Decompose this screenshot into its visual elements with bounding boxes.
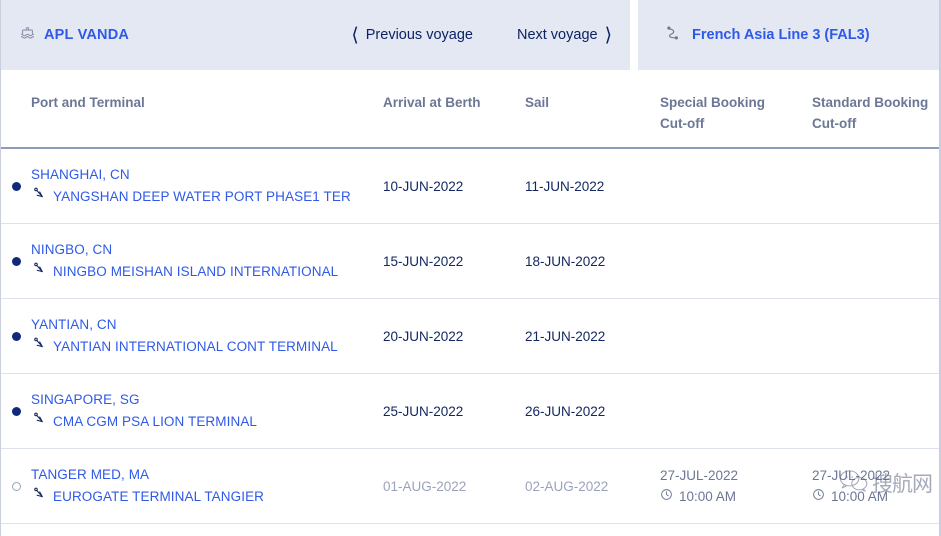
special-cutoff-cell: 27-JUL-2022 10:00 AM [660,465,812,507]
row-marker [1,256,31,266]
arrival-date: 25-JUN-2022 [383,403,464,419]
row-marker [1,406,31,416]
terminal-name-link[interactable]: NINGBO MEISHAN ISLAND INTERNATIONAL [53,261,338,283]
sail-date: 02-AUG-2022 [525,478,609,494]
sail-date: 18-JUN-2022 [525,253,606,269]
previous-voyage-label: Previous voyage [365,27,473,43]
port-name-link[interactable]: SINGAPORE, SG [31,389,383,411]
header-cell-standard-cutoff: Standard Booking Cut-off [812,92,940,147]
chevron-left-icon: ⟨ [351,24,359,46]
table-row[interactable]: SHANGHAI, CN YANGSHAN DEEP WATER PORT PH… [1,149,940,224]
anchor-icon [31,186,46,208]
standard-cutoff-time-text: 10:00 AM [831,489,889,504]
port-call-dot-icon [11,331,21,341]
terminal-name-link[interactable]: YANGSHAN DEEP WATER PORT PHASE1 TER [53,186,351,208]
schedule-table: Port and Terminal Arrival at Berth Sail … [1,70,940,524]
anchor-icon [31,411,46,433]
service-name: French Asia Line 3 (FAL3) [692,27,870,43]
panel-right-border [939,0,940,536]
table-row[interactable]: SINGAPORE, SG CMA CGM PSA LION TERMINAL … [1,374,940,449]
sail-date: 11-JUN-2022 [525,178,605,194]
table-row[interactable]: YANTIAN, CN YANTIAN INTERNATIONAL CONT T… [1,299,940,374]
vessel-identity[interactable]: APL VANDA [19,24,129,46]
row-marker [1,481,31,491]
arrival-date: 15-JUN-2022 [383,253,464,269]
port-name-link[interactable]: SHANGHAI, CN [31,164,383,186]
next-voyage-label: Next voyage [516,27,598,43]
standard-cutoff-cell: 27-JUL-2022 10:00 AM [812,465,940,507]
special-cutoff-time: 10:00 AM [660,486,812,507]
table-row[interactable]: NINGBO, CN NINGBO MEISHAN ISLAND INTERNA… [1,224,940,299]
vessel-tab[interactable]: APL VANDA ⟨ Previous voyage Next voyage … [1,0,630,70]
terminal-row: NINGBO MEISHAN ISLAND INTERNATIONAL [31,261,383,283]
port-terminal-cell: YANTIAN, CN YANTIAN INTERNATIONAL CONT T… [31,314,383,358]
port-name-link[interactable]: NINGBO, CN [31,239,383,261]
terminal-name-link[interactable]: YANTIAN INTERNATIONAL CONT TERMINAL [53,336,338,358]
next-voyage-button[interactable]: Next voyage ⟩ [517,26,612,45]
anchor-icon [31,486,46,508]
route-icon [664,24,682,47]
row-marker [1,331,31,341]
terminal-row: YANGSHAN DEEP WATER PORT PHASE1 TER [31,186,383,208]
header-cell-sail: Sail [525,95,550,110]
clock-icon [812,486,825,507]
anchor-icon [31,261,46,283]
port-terminal-cell: TANGER MED, MA EUROGATE TERMINAL TANGIER [31,464,383,508]
header-cell-special-cutoff: Special Booking Cut-off [660,92,812,147]
standard-cutoff-date: 27-JUL-2022 [812,468,891,483]
terminal-row: YANTIAN INTERNATIONAL CONT TERMINAL [31,336,383,358]
terminal-row: EUROGATE TERMINAL TANGIER [31,486,383,508]
special-cutoff-date: 27-JUL-2022 [660,468,739,483]
port-name-link[interactable]: TANGER MED, MA [31,464,383,486]
voyage-schedule-panel: APL VANDA ⟨ Previous voyage Next voyage … [0,0,941,536]
table-body: SHANGHAI, CN YANGSHAN DEEP WATER PORT PH… [1,149,940,524]
table-row[interactable]: TANGER MED, MA EUROGATE TERMINAL TANGIER… [1,449,940,524]
ship-icon [19,24,36,46]
arrival-date: 01-AUG-2022 [383,478,467,494]
table-header-row: Port and Terminal Arrival at Berth Sail … [1,70,940,149]
port-call-dot-icon [11,256,21,266]
tab-divider [630,0,638,70]
terminal-name-link[interactable]: EUROGATE TERMINAL TANGIER [53,486,264,508]
header-standard-line1: Standard Booking [812,95,929,110]
header-cell-arrival: Arrival at Berth [383,95,481,110]
row-marker [1,181,31,191]
port-name-link[interactable]: YANTIAN, CN [31,314,383,336]
header-standard-line2: Cut-off [812,116,857,131]
header-special-line1: Special Booking [660,95,766,110]
previous-voyage-button[interactable]: ⟨ Previous voyage [351,26,473,45]
terminal-row: CMA CGM PSA LION TERMINAL [31,411,383,433]
standard-cutoff-time: 10:00 AM [812,486,940,507]
chevron-right-icon: ⟩ [604,24,612,46]
port-terminal-cell: NINGBO, CN NINGBO MEISHAN ISLAND INTERNA… [31,239,383,283]
special-cutoff-time-text: 10:00 AM [679,489,737,504]
port-terminal-cell: SINGAPORE, SG CMA CGM PSA LION TERMINAL [31,389,383,433]
schedule-header-bar: APL VANDA ⟨ Previous voyage Next voyage … [1,0,940,70]
service-identity[interactable]: French Asia Line 3 (FAL3) [664,24,870,47]
port-call-dot-icon [11,181,21,191]
sail-date: 26-JUN-2022 [525,403,606,419]
header-cell-port: Port and Terminal [31,95,145,110]
vessel-name: APL VANDA [44,27,130,43]
port-terminal-cell: SHANGHAI, CN YANGSHAN DEEP WATER PORT PH… [31,164,383,208]
service-tab[interactable]: French Asia Line 3 (FAL3) [638,0,940,70]
arrival-date: 10-JUN-2022 [383,178,464,194]
port-call-dot-icon [11,481,21,491]
voyage-navigation: ⟨ Previous voyage Next voyage ⟩ [351,26,612,45]
arrival-date: 20-JUN-2022 [383,328,464,344]
port-call-dot-icon [11,406,21,416]
header-cell-marker [1,92,31,147]
clock-icon [660,486,673,507]
sail-date: 21-JUN-2022 [525,328,606,344]
header-special-line2: Cut-off [660,116,705,131]
anchor-icon [31,336,46,358]
terminal-name-link[interactable]: CMA CGM PSA LION TERMINAL [53,411,257,433]
